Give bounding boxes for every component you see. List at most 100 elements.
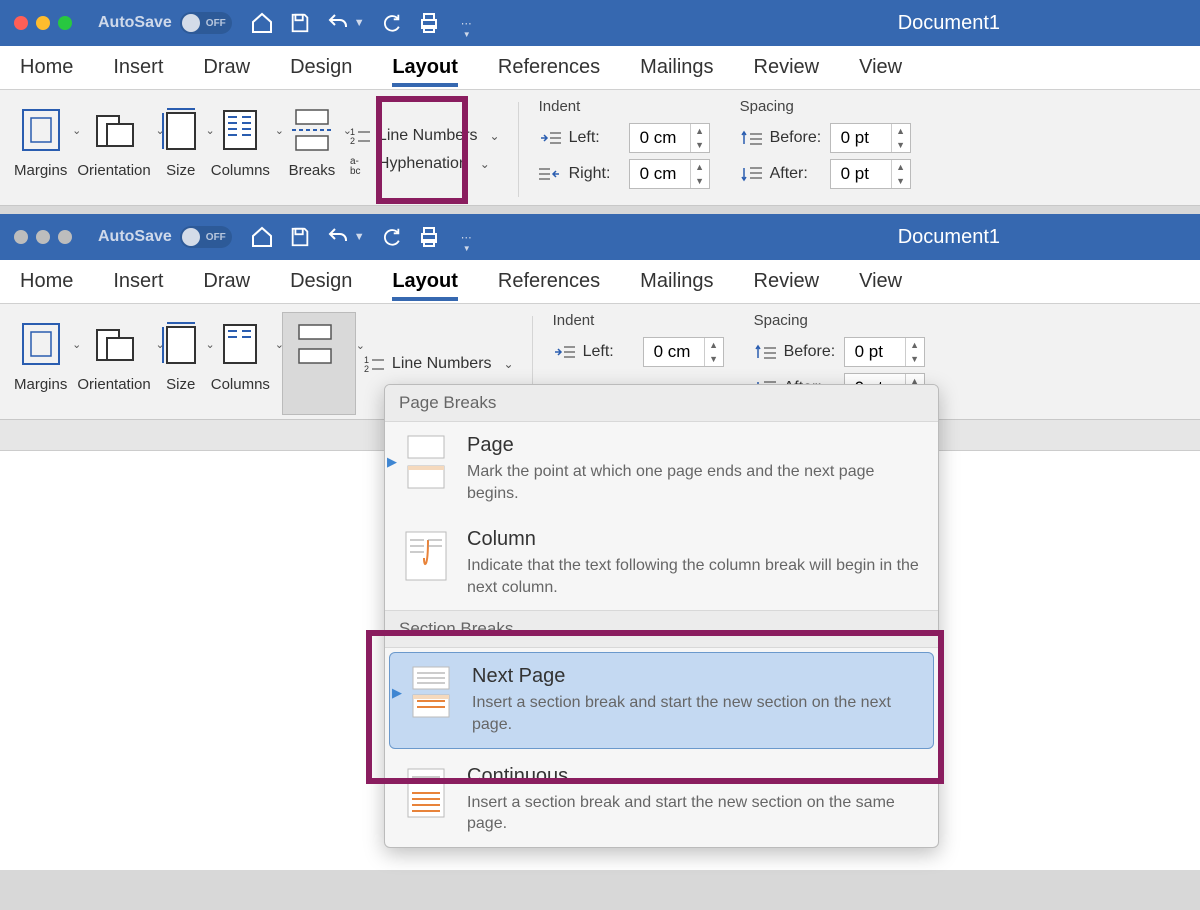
indent-left-icon xyxy=(553,344,575,360)
tab-references[interactable]: References xyxy=(498,48,600,87)
line-numbers-icon: 12 xyxy=(350,126,370,146)
breaks-button[interactable]: ⌄ xyxy=(282,312,356,415)
tab-references[interactable]: References xyxy=(498,262,600,301)
orientation-label: Orientation xyxy=(77,376,150,393)
tab-home[interactable]: Home xyxy=(20,48,73,87)
quick-access-more-icon[interactable]: ⋯▼ xyxy=(461,231,472,244)
size-button[interactable]: ⌄ Size xyxy=(157,98,205,201)
save-icon[interactable] xyxy=(288,11,312,35)
save-icon[interactable] xyxy=(288,225,312,249)
tab-design[interactable]: Design xyxy=(290,262,352,301)
paragraph-group: Indent Left: 0 cm▲▼ Right: 0 cm▲▼ Spacin… xyxy=(531,98,919,201)
tab-insert[interactable]: Insert xyxy=(113,48,163,87)
columns-icon xyxy=(220,321,260,367)
spin-up-icon[interactable]: ▲ xyxy=(892,124,910,138)
column-break-item[interactable]: Column Indicate that the text following … xyxy=(385,516,938,610)
redo-icon[interactable] xyxy=(379,11,403,35)
line-numbers-button[interactable]: 12 Line Numbers⌄ xyxy=(350,126,500,146)
tab-view[interactable]: View xyxy=(859,262,902,301)
spin-up-icon[interactable]: ▲ xyxy=(691,124,709,138)
columns-button[interactable]: ⌄ Columns xyxy=(207,98,274,201)
close-window-button[interactable] xyxy=(14,16,28,30)
indent-heading: Indent xyxy=(539,98,710,115)
tab-review[interactable]: Review xyxy=(754,262,820,301)
ribbon: ⌄ Margins ⌄ Orientation ⌄ Size ⌄ Columns… xyxy=(0,90,1200,206)
spin-up-icon[interactable]: ▲ xyxy=(906,338,924,352)
fullscreen-window-button[interactable] xyxy=(58,16,72,30)
undo-dropdown-icon[interactable]: ▼ xyxy=(354,231,365,243)
continuous-section-break-item[interactable]: Continuous Insert a section break and st… xyxy=(385,753,938,847)
orientation-button[interactable]: ⌄ Orientation xyxy=(73,312,154,415)
spacing-before-input[interactable]: 0 pt▲▼ xyxy=(844,337,925,367)
minimize-window-button[interactable] xyxy=(36,16,50,30)
autosave-toggle[interactable]: AutoSave OFF xyxy=(98,12,232,34)
spacing-before-input[interactable]: 0 pt▲▼ xyxy=(830,123,911,153)
home-icon[interactable] xyxy=(250,11,274,35)
minimize-window-button[interactable] xyxy=(36,230,50,244)
size-button[interactable]: ⌄ Size xyxy=(157,312,205,415)
page-break-item[interactable]: ▶ Page Mark the point at which one page … xyxy=(385,422,938,516)
spin-up-icon[interactable]: ▲ xyxy=(892,160,910,174)
item-title: Column xyxy=(467,528,924,551)
autosave-switch[interactable]: OFF xyxy=(180,12,232,34)
redo-icon[interactable] xyxy=(379,225,403,249)
next-page-section-break-item[interactable]: ▶ Next Page Insert a section break and s… xyxy=(389,652,934,748)
tab-insert[interactable]: Insert xyxy=(113,262,163,301)
tab-mailings[interactable]: Mailings xyxy=(640,262,713,301)
columns-button[interactable]: ⌄ Columns xyxy=(207,312,274,415)
indent-right-icon xyxy=(539,166,561,182)
indent-right-input[interactable]: 0 cm▲▼ xyxy=(629,159,710,189)
item-desc: Mark the point at which one page ends an… xyxy=(467,461,924,504)
breaks-button[interactable]: ⌄ Breaks xyxy=(282,98,342,201)
spin-down-icon[interactable]: ▼ xyxy=(691,174,709,188)
orientation-button[interactable]: ⌄ Orientation xyxy=(73,98,154,201)
tab-mailings[interactable]: Mailings xyxy=(640,48,713,87)
next-page-break-icon xyxy=(407,665,455,721)
size-icon xyxy=(161,105,201,155)
spin-down-icon[interactable]: ▼ xyxy=(906,352,924,366)
tab-review[interactable]: Review xyxy=(754,48,820,87)
close-window-button[interactable] xyxy=(14,230,28,244)
line-numbers-label: Line Numbers xyxy=(392,355,492,373)
spin-up-icon[interactable]: ▲ xyxy=(705,338,723,352)
hyphenation-button[interactable]: a-bc Hyphenation⌄ xyxy=(350,154,500,174)
tab-layout[interactable]: Layout xyxy=(392,48,458,87)
tab-home[interactable]: Home xyxy=(20,262,73,301)
tab-view[interactable]: View xyxy=(859,48,902,87)
undo-dropdown-icon[interactable]: ▼ xyxy=(354,17,365,29)
column-break-icon xyxy=(402,528,450,584)
item-title: Page xyxy=(467,434,924,457)
undo-icon[interactable] xyxy=(326,11,350,35)
autosave-toggle[interactable]: AutoSave OFF xyxy=(98,226,232,248)
selection-marker-icon: ▶ xyxy=(392,685,402,701)
indent-left-input[interactable]: 0 cm▲▼ xyxy=(629,123,710,153)
margins-button[interactable]: ⌄ Margins xyxy=(10,98,71,201)
indent-left-input[interactable]: 0 cm▲▼ xyxy=(643,337,724,367)
tab-draw[interactable]: Draw xyxy=(203,48,250,87)
print-icon[interactable] xyxy=(417,11,441,35)
tab-design[interactable]: Design xyxy=(290,48,352,87)
spacing-after-label: After: xyxy=(770,165,822,183)
undo-icon[interactable] xyxy=(326,225,350,249)
svg-text:2: 2 xyxy=(350,136,355,146)
print-icon[interactable] xyxy=(417,225,441,249)
spin-up-icon[interactable]: ▲ xyxy=(691,160,709,174)
fullscreen-window-button[interactable] xyxy=(58,230,72,244)
autosave-switch[interactable]: OFF xyxy=(180,226,232,248)
tab-draw[interactable]: Draw xyxy=(203,262,250,301)
autosave-label: AutoSave xyxy=(98,228,172,246)
quick-access-more-icon[interactable]: ⋯▼ xyxy=(461,17,472,30)
columns-label: Columns xyxy=(211,162,270,179)
home-icon[interactable] xyxy=(250,225,274,249)
margins-icon xyxy=(19,106,63,154)
spacing-before-label: Before: xyxy=(770,129,822,147)
spin-down-icon[interactable]: ▼ xyxy=(892,138,910,152)
margins-button[interactable]: ⌄ Margins xyxy=(10,312,71,415)
spacing-after-icon xyxy=(740,166,762,182)
line-numbers-button[interactable]: 12 Line Numbers⌄ xyxy=(364,354,514,374)
tab-layout[interactable]: Layout xyxy=(392,262,458,301)
spin-down-icon[interactable]: ▼ xyxy=(691,138,709,152)
spacing-after-input[interactable]: 0 pt▲▼ xyxy=(830,159,911,189)
spin-down-icon[interactable]: ▼ xyxy=(892,174,910,188)
spin-down-icon[interactable]: ▼ xyxy=(705,352,723,366)
